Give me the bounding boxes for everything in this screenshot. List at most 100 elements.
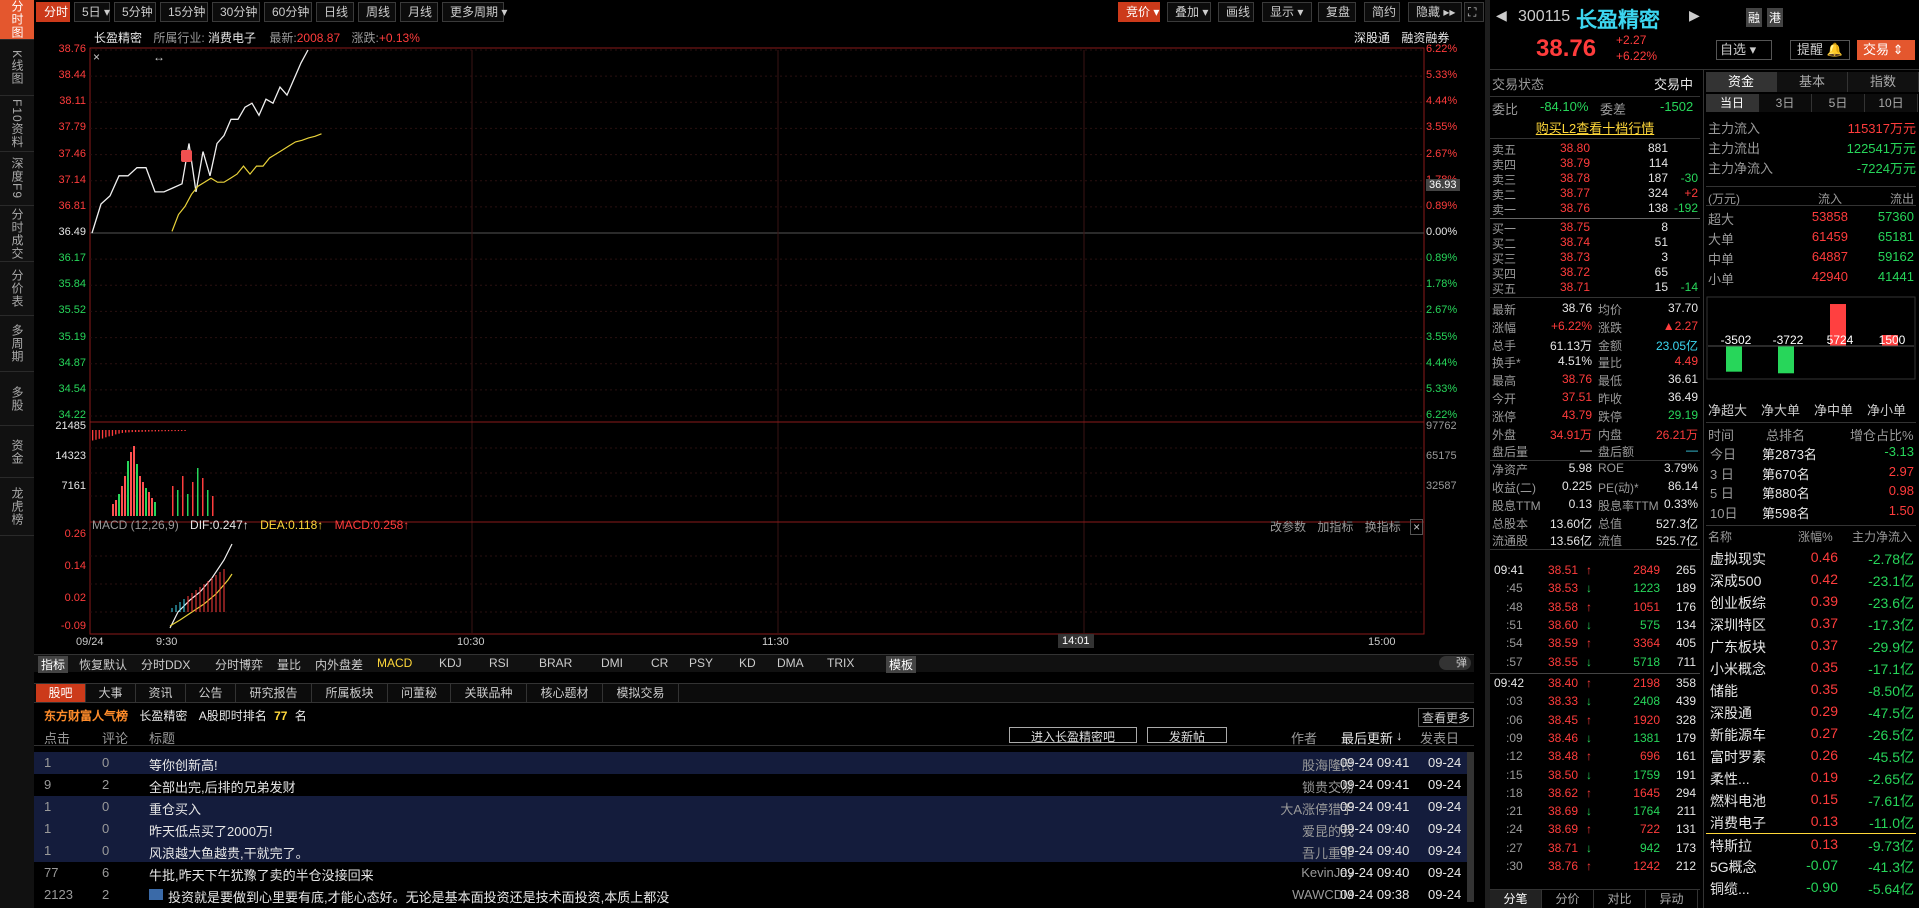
side-tab-3[interactable]: 深度F9 [0,152,34,206]
indicator-tab-4[interactable]: 量比 [274,656,304,673]
new-post-button[interactable]: 发新帖 [1147,727,1227,744]
sector-name[interactable]: 广东板块 [1710,637,1766,657]
buys-row[interactable]: 买四 38.72 65 [1490,265,1700,281]
sector-row[interactable]: 广东板块 0.37 -29.9亿 [1706,635,1916,657]
fund-period-3[interactable]: 10日 [1865,94,1918,112]
post-title[interactable]: 牛批,昨天下午犹豫了卖的半仓没接回来 [149,865,374,884]
post-author[interactable]: 锁贵交易 [1244,777,1354,796]
sector-row[interactable]: 富时罗素 0.26 -45.5亿 [1706,745,1916,767]
post-date-header[interactable]: 发表日 [1420,728,1459,747]
post-title[interactable]: 昨天低点买了2000万! [149,821,273,840]
watchlist-dropdown[interactable]: 自选 ▾ [1716,40,1772,60]
buys-row[interactable]: 买五 38.71 15 -14 [1490,280,1700,296]
sector-row[interactable]: 虚拟现实 0.46 -2.78亿 [1706,547,1916,569]
period-button-8[interactable]: 月线 [400,2,438,22]
sector-row[interactable]: 燃料电池 0.15 -7.61亿 [1706,789,1916,811]
indicator-tab-1[interactable]: 恢复默认 [76,656,130,673]
sector-row[interactable]: 新能源车 0.27 -26.5亿 [1706,723,1916,745]
price-chart[interactable] [0,0,1490,660]
post-title[interactable]: 重仓买入 [149,799,201,818]
latest-update-header[interactable]: 最后更新 [1341,728,1393,747]
post-author[interactable]: 大A涨停猎手 [1244,799,1354,818]
sector-name[interactable]: 创业板综 [1710,593,1766,613]
indicator-tab-11[interactable]: CR [648,656,671,670]
prev-stock-icon[interactable]: ◀ [1496,7,1507,24]
sector-name[interactable]: 新能源车 [1710,725,1766,745]
sector-row[interactable]: 深圳特区 0.37 -17.3亿 [1706,613,1916,635]
fullscreen-icon[interactable]: ⛶ [1464,2,1484,22]
sector-head-cell[interactable]: 涨幅% [1798,528,1833,545]
sells-row[interactable]: 卖一 38.76 138 -192 [1490,201,1700,217]
indicator-tab-2[interactable]: 分时DDX [138,656,193,673]
bottom-tab-3[interactable]: 公告 [186,684,236,702]
post-title[interactable]: 投资就是要做到心里要有底,才能心态好。无论是基本面投资还是技术面投资,本质上都没 [168,887,669,906]
hk-badge[interactable]: 港 [1767,8,1784,27]
popup-toggle[interactable]: 弹 [1439,656,1471,670]
sector-name[interactable]: 特斯拉 [1710,836,1752,856]
side-tab-9[interactable]: 龙虎榜 [0,478,34,536]
indicator-tab-16[interactable]: 模板 [886,656,917,673]
sector-name[interactable]: 5G概念 [1710,857,1757,877]
post-row[interactable]: 2123 2 投资就是要做到心里要有底,才能心态好。无论是基本面投资还是技术面投资,… [34,884,1474,906]
sector-name[interactable]: 燃料电池 [1710,791,1766,811]
sector-row[interactable]: 深成500 0.42 -23.1亿 [1706,569,1916,591]
buys-row[interactable]: 买三 38.73 3 [1490,250,1700,266]
sector-name[interactable]: 铜缆... [1710,879,1750,899]
sector-row[interactable]: 小米概念 0.35 -17.1亿 [1706,657,1916,679]
margin-badge[interactable]: 融 [1746,8,1763,27]
indicator-tab-0[interactable]: 指标 [38,656,69,673]
fund-period-1[interactable]: 3日 [1759,94,1812,112]
tool-button-1[interactable]: 叠加 ▾ [1167,2,1211,22]
indicator-tab-14[interactable]: DMA [774,656,807,670]
tool-button-5[interactable]: 简约 [1364,2,1400,22]
sector-row[interactable]: 特斯拉 0.13 -9.73亿 [1706,833,1916,855]
bottom-tab-0[interactable]: 股吧 [36,684,86,702]
buys-row[interactable]: 买一 38.75 8 [1490,220,1700,236]
indicator-tab-8[interactable]: RSI [486,656,512,670]
post-title[interactable]: 全部出完,后排的兄弟发财 [149,777,296,796]
bottom-tab-5[interactable]: 所属板块 [312,684,388,702]
post-title[interactable]: 风浪越大鱼越贵,干就完了。 [149,843,309,862]
period-button-4[interactable]: 30分钟 [212,2,260,22]
add-indicator-link[interactable]: 加指标 [1317,520,1353,534]
post-author[interactable]: WAWCDM [1244,887,1354,902]
tool-button-0[interactable]: 竞价 ▾ [1118,2,1160,22]
post-author[interactable]: 爱昆的我 [1244,821,1354,840]
bottom-tab-9[interactable]: 模拟交易 [603,684,679,702]
sector-name[interactable]: 储能 [1710,681,1738,701]
period-button-5[interactable]: 60分钟 [264,2,312,22]
sector-name[interactable]: 深成500 [1710,571,1761,591]
period-button-1[interactable]: 5日 ▾ [74,2,110,22]
indicator-tab-5[interactable]: 内外盘差 [312,656,366,673]
close-icon[interactable]: × [1410,519,1424,535]
sector-name[interactable]: 富时罗素 [1710,747,1766,767]
indicator-tab-6[interactable]: MACD [374,656,415,670]
sells-row[interactable]: 卖四 38.79 114 [1490,156,1700,172]
sector-row[interactable]: 5G概念 -0.07 -41.3亿 [1706,855,1916,877]
trade-button[interactable]: 交易 ⇕ [1857,40,1915,60]
sector-row[interactable]: 柔性... 0.19 -2.65亿 [1706,767,1916,789]
fund-period-0[interactable]: 当日 [1706,94,1759,112]
indicator-tab-12[interactable]: PSY [686,656,716,670]
bottom-tab-4[interactable]: 研究报告 [236,684,312,702]
switch-indicator-link[interactable]: 换指标 [1365,520,1401,534]
side-tab-6[interactable]: 多周期 [0,316,34,372]
tick-tab-1[interactable]: 分价 [1542,890,1594,908]
post-row[interactable]: 9 2 全部出完,后排的兄弟发财 锁贵交易 09-24 09:41 09-24 [34,774,1474,796]
side-tab-8[interactable]: 资金 [0,426,34,478]
post-row[interactable]: 1 0 等你创新高! 股海隆民 09-24 09:41 09-24 [34,752,1474,774]
sector-row[interactable]: 深股通 0.29 -47.5亿 [1706,701,1916,723]
tick-tab-2[interactable]: 对比 [1594,890,1646,908]
side-tab-0[interactable]: 分时图 [0,0,34,40]
indicator-tab-15[interactable]: TRIX [824,656,857,670]
indicator-tab-13[interactable]: KD [736,656,759,670]
sector-row[interactable]: 储能 0.35 -8.50亿 [1706,679,1916,701]
fund-tab-0[interactable]: 资金 [1706,72,1777,92]
bottom-tab-7[interactable]: 关联品种 [451,684,527,702]
expand-icon[interactable]: ↔ [153,50,165,64]
sector-row[interactable]: 创业板综 0.39 -23.6亿 [1706,591,1916,613]
tool-button-4[interactable]: 复盘 [1318,2,1356,22]
sector-name[interactable]: 消费电子 [1710,813,1766,833]
edit-params-link[interactable]: 改参数 [1270,520,1306,534]
sector-row[interactable]: 消费电子 0.13 -11.0亿 [1706,811,1916,833]
